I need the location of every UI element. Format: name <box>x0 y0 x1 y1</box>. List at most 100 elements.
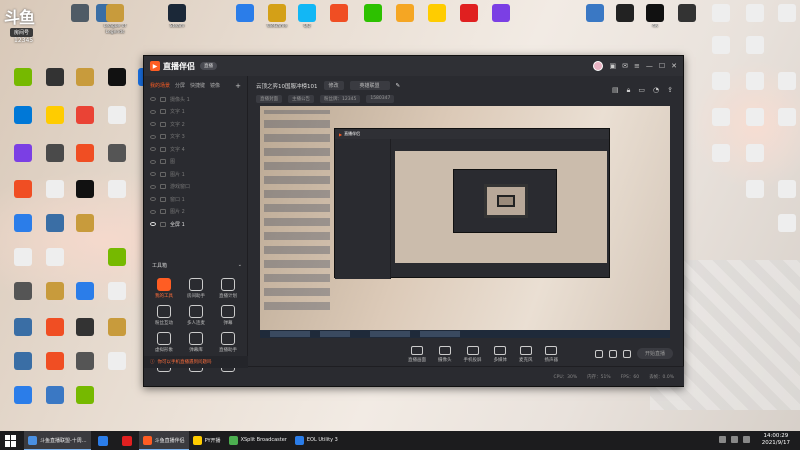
tool-button[interactable]: 直播助手 <box>212 332 244 353</box>
desktop-icon[interactable] <box>6 180 40 200</box>
desktop-icon[interactable] <box>38 68 72 88</box>
bell-icon[interactable]: ◔ <box>653 86 659 95</box>
desktop-icon[interactable] <box>704 36 738 56</box>
desktop-icon[interactable] <box>6 248 40 268</box>
desktop-icon[interactable] <box>578 4 612 24</box>
desktop-icon[interactable] <box>738 108 772 128</box>
desktop-icon[interactable] <box>68 318 102 338</box>
desktop-icon[interactable] <box>704 72 738 92</box>
title-bar[interactable]: ▶ 直播伴侣 直播 ▣ ✉ ≡ — ☐ ✕ <box>144 56 683 76</box>
eye-icon[interactable] <box>150 172 156 177</box>
tool-button[interactable]: 房间助手 <box>180 278 212 299</box>
notification-icon[interactable]: ▤ <box>612 86 619 95</box>
desktop-icon[interactable] <box>68 386 102 406</box>
desktop-icon[interactable] <box>38 352 72 372</box>
eye-icon[interactable] <box>150 109 156 114</box>
desktop-icon[interactable] <box>228 4 262 24</box>
list-item[interactable]: 游戏窗口 <box>150 181 241 194</box>
eye-icon[interactable] <box>150 147 156 152</box>
taskbar-pinned-app[interactable] <box>91 431 115 450</box>
desktop-icon[interactable] <box>68 282 102 302</box>
desktop-icon[interactable] <box>100 248 134 268</box>
record-icon[interactable] <box>594 349 603 358</box>
avatar[interactable] <box>593 61 604 71</box>
desktop-icon[interactable] <box>738 36 772 56</box>
desktop-icon[interactable] <box>68 106 102 126</box>
desktop-icon[interactable] <box>100 68 134 88</box>
desktop-icon[interactable] <box>770 180 800 200</box>
desktop-icon[interactable] <box>704 144 738 164</box>
add-scene-icon[interactable]: + <box>235 82 241 90</box>
desktop-icon[interactable] <box>6 282 40 302</box>
desktop-icon[interactable] <box>388 4 422 24</box>
list-item[interactable]: 文字 1 <box>150 106 241 119</box>
source-button[interactable]: 手机投屏 <box>464 345 482 363</box>
tool-button[interactable]: 我的工具 <box>148 278 180 299</box>
list-item[interactable]: 图片 2 <box>150 206 241 219</box>
tab-2[interactable]: 快捷键 <box>190 82 205 90</box>
desktop-icon[interactable]: WeGame <box>260 4 294 30</box>
minimize-icon[interactable]: — <box>646 62 653 70</box>
list-item[interactable]: 文字 2 <box>150 118 241 131</box>
preview-canvas[interactable]: ▶ 直播伴侣 <box>260 106 670 338</box>
edit-icon[interactable]: ✎ <box>396 83 401 89</box>
desktop-icon[interactable] <box>6 318 40 338</box>
desktop-icon[interactable] <box>608 4 642 24</box>
desktop-icon[interactable] <box>484 4 518 24</box>
desktop-icon[interactable] <box>322 4 356 24</box>
eye-icon[interactable] <box>150 134 156 139</box>
desktop-icon[interactable] <box>38 248 72 268</box>
list-item[interactable]: 文字 4 <box>150 143 241 156</box>
taskbar-app[interactable]: EOL Utility 3 <box>291 431 342 450</box>
list-item[interactable]: 图片 1 <box>150 168 241 181</box>
list-item[interactable]: 图 <box>150 156 241 169</box>
desktop-icon[interactable] <box>738 180 772 200</box>
start-live-button[interactable]: 开始直播 <box>636 348 673 359</box>
desktop-icon[interactable] <box>100 144 134 164</box>
edit-title-button[interactable]: 修改 <box>323 81 344 90</box>
desktop-icon[interactable] <box>68 144 102 164</box>
desktop-icon[interactable] <box>452 4 486 24</box>
taskbar-app[interactable]: XSplit Broadcaster <box>225 431 291 450</box>
chevron-down-icon[interactable]: ⌄ <box>238 262 242 269</box>
taskbar-pinned-app[interactable] <box>115 431 139 450</box>
eye-icon[interactable] <box>150 209 156 214</box>
desktop-icon[interactable] <box>704 108 738 128</box>
desktop-icon[interactable] <box>770 4 800 24</box>
desktop-icon[interactable] <box>6 106 40 126</box>
desktop-icon[interactable] <box>68 180 102 200</box>
desktop-icon[interactable] <box>38 386 72 406</box>
taskbar-app[interactable]: 斗鱼直播伴侣 <box>138 431 189 450</box>
source-button[interactable]: 麦克风 <box>519 345 533 363</box>
desktop-icon[interactable] <box>770 72 800 92</box>
desktop-icon[interactable] <box>38 180 72 200</box>
tool-button[interactable]: 多人连麦 <box>180 305 212 326</box>
list-item[interactable]: 摄像头 1 <box>150 93 241 106</box>
desktop-icon[interactable] <box>38 106 72 126</box>
eye-icon[interactable] <box>150 184 156 189</box>
tool-button[interactable]: 弹幕库 <box>180 332 212 353</box>
category-select[interactable]: 英雄联盟 <box>349 81 390 90</box>
desktop-icon[interactable] <box>6 352 40 372</box>
desktop-icon[interactable] <box>770 108 800 128</box>
source-button[interactable]: 扬声器 <box>545 345 558 363</box>
desktop-icon[interactable] <box>100 318 134 338</box>
lock-icon[interactable]: 🔒︎ <box>627 86 631 95</box>
desktop-icon[interactable] <box>704 4 738 24</box>
desktop-icon[interactable] <box>420 4 454 24</box>
eye-icon[interactable] <box>150 159 156 164</box>
desktop-icon[interactable]: 4K <box>638 4 672 30</box>
desktop-icon[interactable] <box>63 4 97 24</box>
desktop-icon[interactable] <box>670 4 704 24</box>
desktop-icon[interactable] <box>68 352 102 372</box>
source-button[interactable]: 多媒体 <box>494 345 507 363</box>
desktop-icon[interactable] <box>68 68 102 88</box>
tray-icon[interactable] <box>743 436 750 443</box>
version-dropdown[interactable]: 直播 <box>200 62 217 70</box>
desktop-icon[interactable] <box>6 144 40 164</box>
desktop-icon[interactable] <box>68 214 102 234</box>
desktop-icon[interactable] <box>738 4 772 24</box>
desktop-icon[interactable] <box>738 72 772 92</box>
desktop-icon[interactable] <box>6 386 40 406</box>
taskbar-app[interactable]: 斗鱼直播联盟-十周... <box>24 431 91 450</box>
